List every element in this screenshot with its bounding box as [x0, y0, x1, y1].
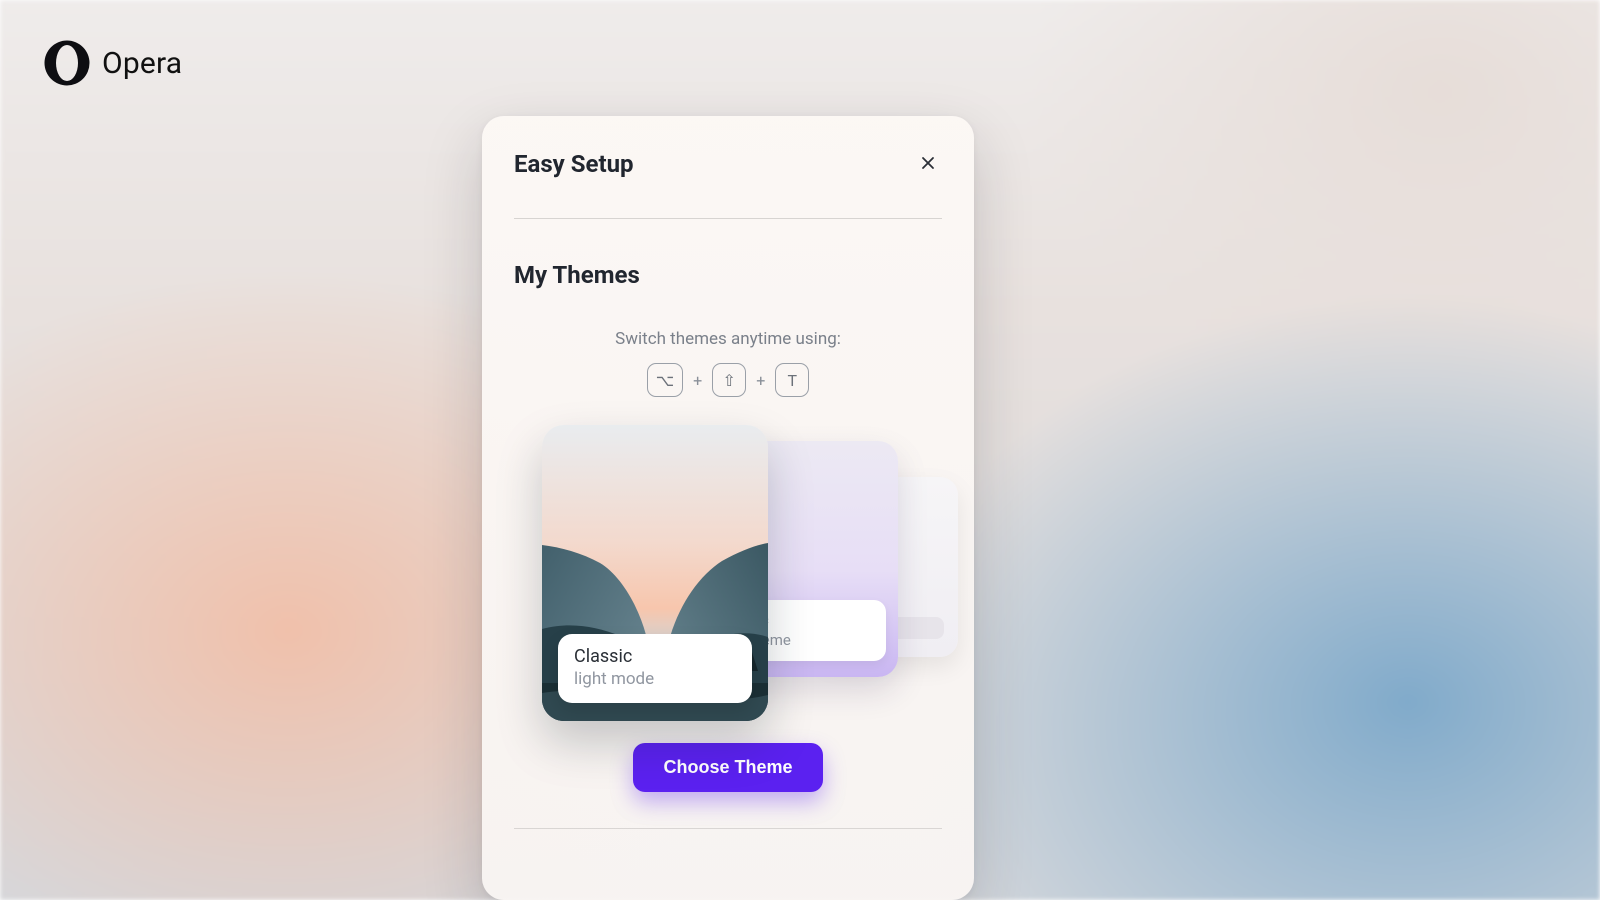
section-title: My Themes: [514, 261, 942, 289]
cta-row: Choose Theme: [514, 743, 942, 792]
panel-header: Easy Setup: [514, 150, 942, 178]
shortcut-key-shift: ⇧: [712, 363, 746, 397]
panel-title: Easy Setup: [514, 150, 634, 178]
shortcut-key-t: T: [775, 363, 809, 397]
easy-setup-panel: Easy Setup My Themes Switch themes anyti…: [482, 116, 974, 900]
close-icon: [921, 156, 935, 173]
theme-card-primary-label: Classic light mode: [558, 634, 752, 703]
shortcut-key-option: ⌥: [647, 363, 683, 397]
brand-logo: Opera: [42, 38, 182, 88]
theme-subtitle: light mode: [574, 669, 736, 689]
shortcut-hint-text: Switch themes anytime using:: [514, 329, 942, 349]
divider: [514, 828, 942, 829]
theme-name: Classic: [574, 646, 736, 667]
close-button[interactable]: [914, 150, 942, 178]
choose-theme-button[interactable]: Choose Theme: [633, 743, 822, 792]
shortcut-plus: +: [693, 371, 702, 390]
shortcut-keys: ⌥ + ⇧ + T: [514, 363, 942, 397]
divider: [514, 218, 942, 219]
opera-logo-icon: [42, 38, 92, 88]
shortcut-plus: +: [756, 371, 765, 390]
theme-card-primary[interactable]: Classic light mode: [542, 425, 768, 721]
theme-carousel: ssic t theme: [514, 425, 942, 725]
brand-name: Opera: [102, 46, 182, 81]
